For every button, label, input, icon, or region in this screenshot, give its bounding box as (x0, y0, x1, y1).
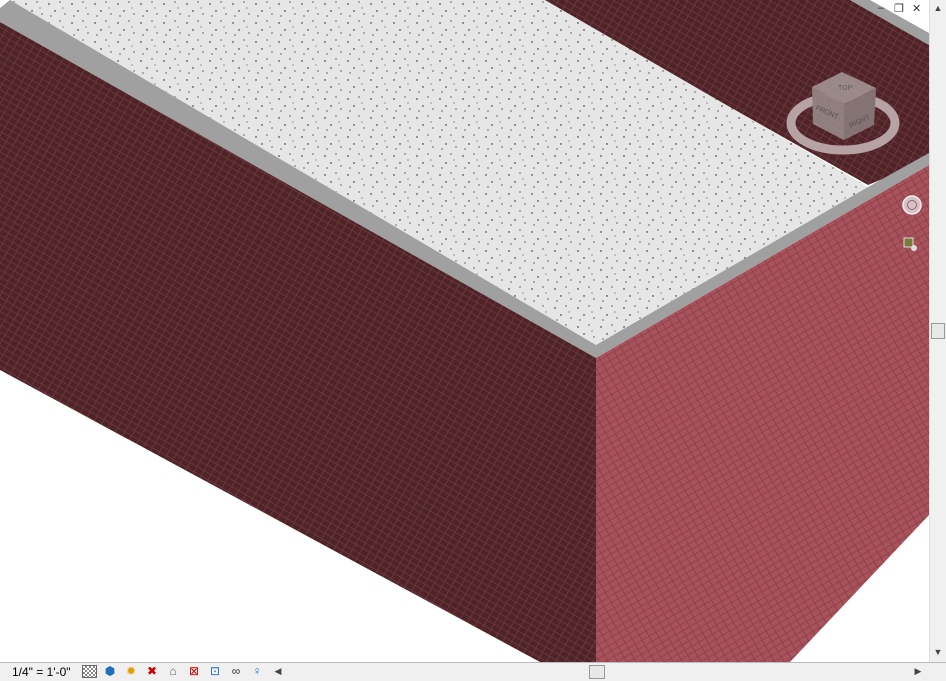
horizontal-scroll-thumb[interactable] (589, 665, 605, 679)
temporary-hide-icon[interactable]: ∞ (228, 664, 244, 679)
reveal-hidden-icon[interactable]: ♀ (249, 664, 265, 679)
visual-style-icon[interactable]: ⬢ (102, 664, 118, 679)
steering-wheel-icon[interactable] (902, 195, 922, 215)
view-scale[interactable]: 1/4" = 1'-0" (12, 665, 71, 679)
horizontal-scrollbar[interactable]: ◀ ▶ (268, 663, 929, 681)
scroll-down-arrow[interactable]: ▼ (930, 647, 946, 657)
shadows-icon[interactable]: ✖ (144, 664, 160, 679)
sun-path-icon[interactable]: ✹ (123, 664, 139, 679)
scroll-up-arrow[interactable]: ▲ (930, 3, 946, 13)
scroll-left-arrow[interactable]: ◀ (270, 666, 286, 677)
close-button[interactable]: ✕ (912, 2, 921, 15)
minimize-button[interactable]: – (878, 2, 884, 14)
show-crop-region-icon[interactable]: ⊠ (186, 664, 202, 679)
viewcube-top-label: TOP (838, 85, 853, 92)
3d-viewport[interactable]: TOP FRONT RIGHT (0, 0, 929, 662)
detail-level-icon[interactable] (82, 665, 97, 678)
vertical-scrollbar[interactable]: ▲ ▼ (929, 0, 946, 662)
vertical-scroll-thumb[interactable] (931, 323, 945, 339)
view-control-bar: 1/4" = 1'-0" ⬢ ✹ ✖ ⌂ ⊠ ⊡ ∞ ♀ ◀ ▶ (0, 662, 946, 681)
restore-button[interactable]: ❐ (894, 2, 904, 15)
unlock-3d-view-icon[interactable]: ⊡ (207, 664, 223, 679)
crop-view-icon[interactable]: ⌂ (165, 664, 181, 679)
scroll-right-arrow[interactable]: ▶ (910, 666, 926, 677)
zoom-icon[interactable] (903, 237, 914, 248)
